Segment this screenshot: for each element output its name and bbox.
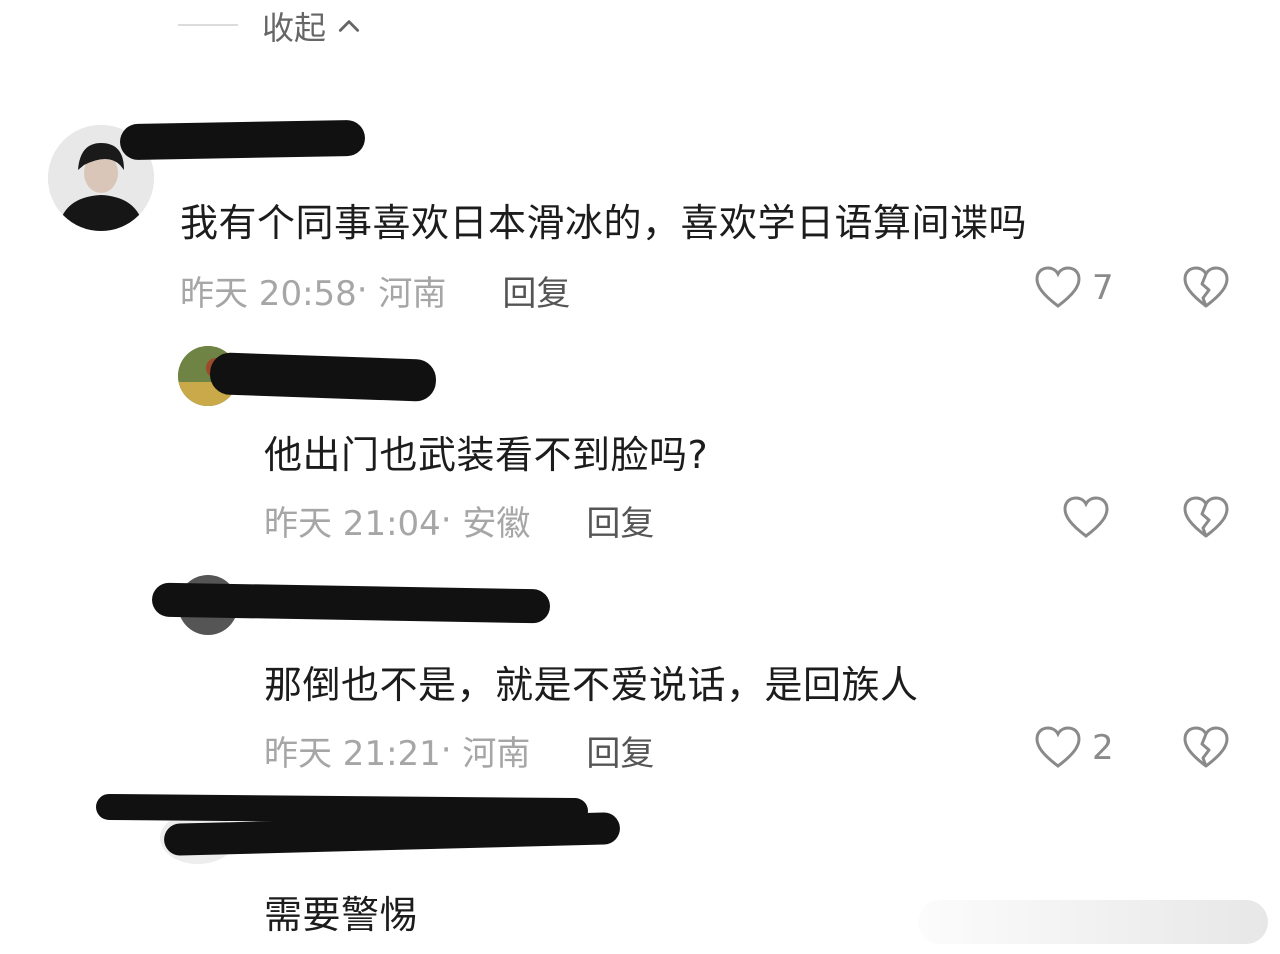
redacted-username: [209, 352, 437, 402]
broken-heart-icon: [1183, 266, 1229, 308]
dislike-button[interactable]: [1182, 496, 1230, 544]
like-count: 2: [1092, 728, 1114, 768]
comment-thread: 收起 我有个同事喜欢日本滑冰的，喜欢学日语算间谍吗 昨天 20:58 · 河南 …: [0, 0, 1280, 954]
comment-location: 安徽: [462, 503, 531, 544]
like-button[interactable]: 2: [1034, 726, 1114, 770]
chevron-up-icon: [338, 20, 360, 32]
heart-icon: [1035, 726, 1081, 768]
comment-time: 昨天 20:58: [180, 273, 357, 314]
like-button[interactable]: [1062, 496, 1120, 540]
redacted-username: [151, 582, 551, 624]
divider: [178, 24, 238, 26]
comment-meta: 昨天 21:21 · 河南 回复: [264, 726, 654, 775]
reply-button[interactable]: 回复: [502, 266, 570, 315]
comment-time: 昨天 21:04: [264, 503, 441, 544]
comment-text: 那倒也不是，就是不爱说话，是回族人: [264, 663, 919, 707]
collapse-label: 收起: [262, 9, 327, 47]
redacted-username: [119, 119, 366, 161]
comment-time: 昨天 21:21: [264, 733, 441, 774]
broken-heart-icon: [1183, 726, 1229, 768]
comment-text: 他出门也武装看不到脸吗?: [264, 433, 709, 477]
watermark: [918, 900, 1268, 944]
comment-text: 需要警惕: [264, 893, 419, 937]
heart-icon: [1035, 266, 1081, 308]
like-button[interactable]: 7: [1034, 266, 1114, 310]
comment-location: 河南: [378, 273, 447, 314]
comment-meta: 昨天 20:58 · 河南 回复: [180, 266, 570, 315]
heart-icon: [1063, 496, 1109, 538]
comment-location: 河南: [462, 733, 531, 774]
comment-meta: 昨天 21:04 · 安徽 回复: [264, 496, 654, 545]
broken-heart-icon: [1183, 496, 1229, 538]
collapse-button[interactable]: 收起: [262, 4, 362, 48]
like-count: 7: [1092, 268, 1114, 308]
dislike-button[interactable]: [1182, 266, 1230, 314]
dislike-button[interactable]: [1182, 726, 1230, 774]
comment-text: 我有个同事喜欢日本滑冰的，喜欢学日语算间谍吗: [180, 201, 1028, 245]
reply-button[interactable]: 回复: [586, 726, 654, 775]
reply-button[interactable]: 回复: [586, 496, 654, 545]
